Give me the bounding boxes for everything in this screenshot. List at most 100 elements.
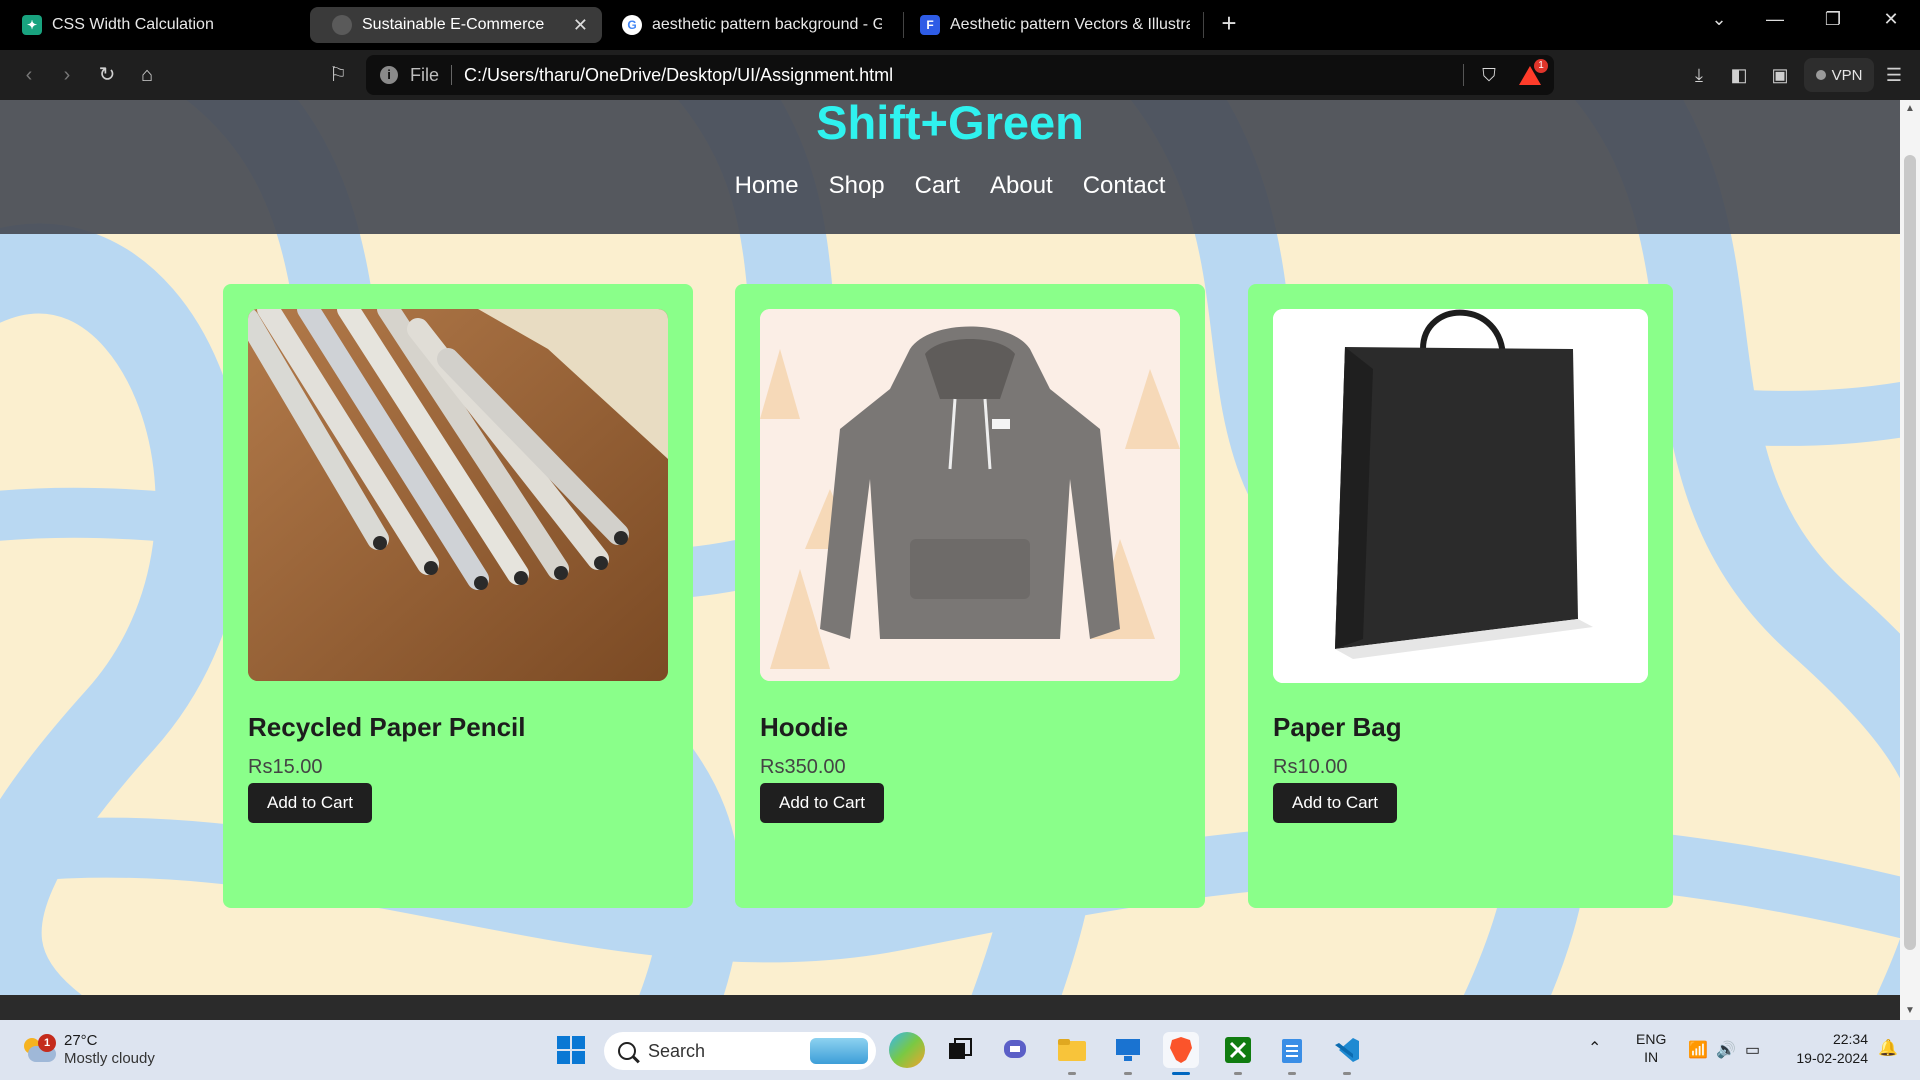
- product-card: Recycled Paper Pencil Rs15.00 Add to Car…: [223, 284, 693, 908]
- product-name: Recycled Paper Pencil: [248, 712, 526, 742]
- vpn-button[interactable]: VPN: [1804, 58, 1874, 92]
- show-hidden-icons-chevron-icon[interactable]: ⌃: [1588, 1038, 1601, 1080]
- globe-icon: [332, 15, 352, 35]
- chatgpt-icon: ✦: [22, 15, 42, 35]
- tab-label: CSS Width Calculation: [52, 16, 214, 33]
- notepad-icon[interactable]: [1274, 1032, 1310, 1068]
- scroll-down-icon[interactable]: ▼: [1900, 1002, 1920, 1020]
- brave-browser-icon[interactable]: [1163, 1032, 1199, 1068]
- site-logo[interactable]: Shift+Green: [0, 100, 1900, 146]
- page-viewport: Shift+Green Home Shop Cart About Contact: [0, 100, 1900, 995]
- site-header: Shift+Green Home Shop Cart About Contact: [0, 100, 1900, 234]
- product-price: Rs10.00: [1273, 756, 1348, 778]
- page-footer-strip: [0, 995, 1900, 1020]
- info-icon[interactable]: i: [380, 66, 398, 84]
- product-name: Paper Bag: [1273, 712, 1402, 742]
- battery-icon[interactable]: ▭: [1745, 1040, 1760, 1080]
- product-price: Rs15.00: [248, 756, 323, 778]
- download-icon[interactable]: ⤓: [1685, 62, 1713, 88]
- close-tab-icon[interactable]: ✕: [565, 15, 588, 36]
- vpn-label: VPN: [1831, 66, 1863, 84]
- cloudy-weather-icon: 1: [20, 1034, 56, 1062]
- product-card: Hoodie Rs350.00 Add to Cart: [735, 284, 1205, 908]
- freepik-icon: F: [920, 15, 940, 35]
- nav-shop[interactable]: Shop: [829, 172, 885, 200]
- nav-contact[interactable]: Contact: [1083, 172, 1166, 200]
- copilot-icon[interactable]: [889, 1032, 925, 1068]
- nav-home[interactable]: Home: [735, 172, 799, 200]
- black-paper-bag-photo: [1273, 309, 1648, 683]
- product-name: Hoodie: [760, 712, 849, 742]
- language-code: ENG: [1636, 1031, 1667, 1047]
- tab-css-width[interactable]: ✦ CSS Width Calculation: [0, 7, 305, 43]
- teams-chat-icon[interactable]: [998, 1032, 1034, 1068]
- vpn-status-icon: [1815, 70, 1826, 80]
- product-card: Paper Bag Rs10.00 Add to Cart: [1248, 284, 1673, 908]
- search-placeholder: Search: [648, 1040, 706, 1061]
- weather-temperature: 27°C: [64, 1032, 98, 1049]
- url-text[interactable]: C:/Users/tharu/OneDrive/Desktop/UI/Assig…: [464, 65, 1463, 86]
- vscode-icon[interactable]: [1329, 1032, 1365, 1068]
- bookmark-icon[interactable]: ⚐: [323, 62, 353, 88]
- xbox-icon[interactable]: [1220, 1032, 1256, 1068]
- windows-start-icon[interactable]: [553, 1032, 589, 1068]
- tab-freepik[interactable]: F Aesthetic pattern Vectors & Illustrati…: [898, 7, 1204, 43]
- clock-time: 22:34: [1832, 1031, 1868, 1047]
- tab-strip: ✦ CSS Width Calculation Sustainable E-Co…: [0, 0, 1920, 50]
- scheme-label: File: [410, 64, 440, 85]
- divider: [451, 65, 453, 85]
- tab-label: Sustainable E-Commerce: [362, 16, 545, 33]
- nav-about[interactable]: About: [990, 172, 1053, 200]
- google-icon: G: [622, 15, 642, 35]
- tab-label: Aesthetic pattern Vectors & Illustratio: [950, 16, 1190, 33]
- forward-button[interactable]: ›: [52, 62, 82, 88]
- region-code: IN: [1644, 1049, 1659, 1065]
- minimize-button[interactable]: —: [1750, 0, 1800, 40]
- brave-shield-icon[interactable]: ⛉: [1478, 64, 1500, 86]
- remote-desktop-icon[interactable]: [1110, 1032, 1146, 1068]
- running-indicator: [1124, 1072, 1132, 1075]
- weather-badge: 1: [38, 1034, 56, 1052]
- close-window-button[interactable]: ✕: [1866, 0, 1916, 40]
- recycled-pencils-photo: [248, 309, 668, 681]
- task-view-icon[interactable]: [942, 1032, 978, 1068]
- tab-separator: [1203, 12, 1204, 38]
- brave-rewards-icon[interactable]: 1: [1518, 59, 1548, 86]
- weather-condition: Mostly cloudy: [64, 1050, 155, 1067]
- notifications-icon[interactable]: 🔔: [1878, 1038, 1898, 1080]
- weather-widget[interactable]: 1 27°C Mostly cloudy: [20, 1028, 180, 1072]
- reload-button[interactable]: ↻: [92, 62, 122, 88]
- running-indicator: [1343, 1072, 1351, 1075]
- running-indicator: [1068, 1072, 1076, 1075]
- restore-button[interactable]: ❐: [1808, 0, 1858, 40]
- add-to-cart-button[interactable]: Add to Cart: [1273, 783, 1397, 823]
- tab-sustainable-ecommerce[interactable]: Sustainable E-Commerce ✕: [310, 7, 602, 43]
- clock[interactable]: 22:34 19-02-2024: [1778, 1030, 1868, 1080]
- home-button[interactable]: ⌂: [132, 62, 162, 88]
- site-nav: Home Shop Cart About Contact: [0, 172, 1900, 200]
- volume-icon[interactable]: 🔊: [1716, 1040, 1736, 1080]
- add-to-cart-button[interactable]: Add to Cart: [760, 783, 884, 823]
- tab-search-chevron-icon[interactable]: ⌄: [1694, 0, 1744, 40]
- tab-label: aesthetic pattern background - Goog: [652, 16, 882, 33]
- language-indicator[interactable]: ENG IN: [1636, 1030, 1666, 1080]
- sidebar-icon[interactable]: ◧: [1725, 62, 1753, 88]
- file-explorer-icon[interactable]: [1054, 1032, 1090, 1068]
- wallet-icon[interactable]: ▣: [1766, 62, 1794, 88]
- add-to-cart-button[interactable]: Add to Cart: [248, 783, 372, 823]
- new-tab-button[interactable]: +: [1214, 8, 1244, 40]
- scrollbar-thumb[interactable]: [1904, 155, 1916, 950]
- clock-date: 19-02-2024: [1796, 1050, 1868, 1066]
- running-indicator: [1288, 1072, 1296, 1075]
- menu-icon[interactable]: ☰: [1880, 62, 1908, 88]
- grey-hoodie-photo: [760, 309, 1180, 681]
- product-price: Rs350.00: [760, 756, 846, 778]
- wifi-icon[interactable]: 📶: [1688, 1040, 1708, 1080]
- page-scrollbar[interactable]: ▲ ▼: [1900, 100, 1920, 1020]
- nav-cart[interactable]: Cart: [915, 172, 960, 200]
- address-bar[interactable]: i File C:/Users/tharu/OneDrive/Desktop/U…: [366, 55, 1554, 95]
- back-button[interactable]: ‹: [14, 62, 44, 88]
- scroll-up-icon[interactable]: ▲: [1900, 100, 1920, 118]
- tab-google-search[interactable]: G aesthetic pattern background - Goog: [600, 7, 896, 43]
- taskbar-search[interactable]: Search: [604, 1032, 876, 1070]
